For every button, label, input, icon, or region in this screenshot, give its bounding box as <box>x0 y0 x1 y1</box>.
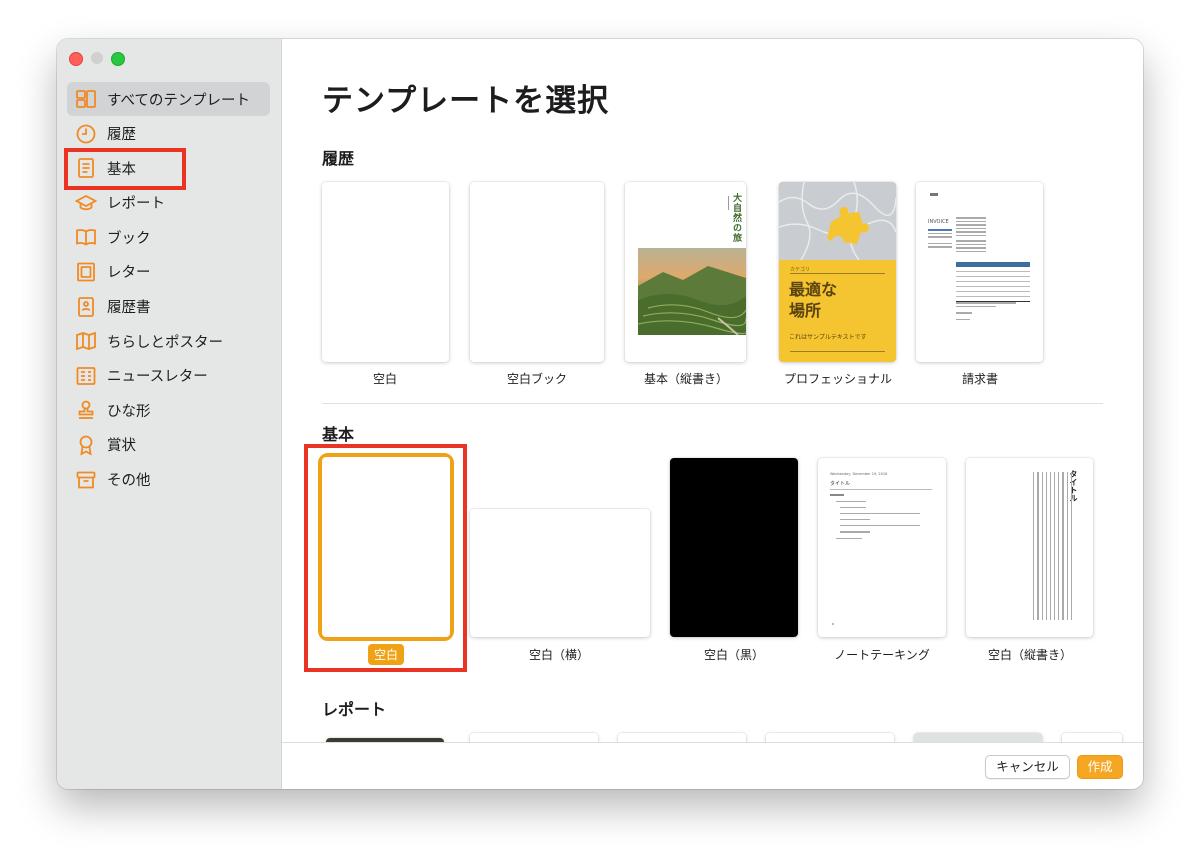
sidebar-item-label: その他 <box>107 473 151 490</box>
note-heading: タイトル <box>830 481 851 487</box>
window-controls <box>69 52 125 66</box>
annotation-highlight-selected-blank <box>304 444 467 672</box>
thumb-tag: カテゴリ <box>790 267 811 273</box>
template-chooser-window: すべてのテンプレート 履歴 基本 レポート ブック レター 履歴書 ちらしとポス… <box>57 39 1143 789</box>
footer-bar: キャンセル 作成 <box>282 742 1143 789</box>
page-title: テンプレートを選択 <box>322 83 610 119</box>
newsletter-icon <box>75 365 97 387</box>
sidebar-item-label: 履歴書 <box>107 300 151 317</box>
invoice-table <box>956 262 1030 302</box>
template-thumb-blank-book[interactable] <box>470 182 604 362</box>
sidebar-item-report[interactable]: レポート <box>67 186 270 220</box>
graduation-cap-icon <box>75 192 97 214</box>
sidebar-item-label: ブック <box>107 230 151 247</box>
puzzle-image <box>779 182 896 260</box>
template-label: 空白（縦書き） <box>987 648 1072 662</box>
template-label: 空白（黒） <box>703 648 764 662</box>
sidebar-item-stationery[interactable]: ひな形 <box>67 393 270 427</box>
logo-placeholder <box>930 193 938 196</box>
section-title-report: レポート <box>322 700 387 719</box>
thumb-heading: 最適な場所 <box>789 280 838 320</box>
sidebar-item-resume[interactable]: 履歴書 <box>67 290 270 324</box>
sidebar: すべてのテンプレート 履歴 基本 レポート ブック レター 履歴書 ちらしとポス… <box>57 39 282 789</box>
zoom-button[interactable] <box>111 52 125 66</box>
award-icon <box>75 434 97 456</box>
template-label: 請求書 <box>961 372 998 386</box>
main-content: テンプレートを選択 履歴 空白 空白ブック 大自然の旅 基本（縦書き） カテゴリ… <box>282 39 1143 789</box>
annotation-highlight-basic <box>64 148 186 190</box>
section-title-basic: 基本 <box>322 425 355 444</box>
clock-icon <box>75 123 97 145</box>
create-button[interactable]: 作成 <box>1077 755 1123 779</box>
template-label: プロフェッショナル <box>783 372 892 386</box>
vertical-text-columns <box>1028 472 1072 620</box>
all-templates-icon <box>75 88 97 110</box>
template-label: 空白（横） <box>528 648 589 662</box>
note-page-number <box>832 623 834 625</box>
template-thumb-note-taking[interactable]: Wednesday, December 19, 2018 タイトル <box>818 458 946 637</box>
template-label: 空白ブック <box>506 372 567 386</box>
category-list: すべてのテンプレート 履歴 基本 レポート ブック レター 履歴書 ちらしとポス… <box>67 82 270 497</box>
thumb-rule <box>790 273 885 274</box>
section-title-history: 履歴 <box>322 149 355 168</box>
vertical-title: 大自然の旅 <box>731 193 741 243</box>
note-date: Wednesday, December 19, 2018 <box>830 472 888 476</box>
template-thumb-blank-black[interactable] <box>670 458 798 637</box>
invoice-heading: INVOICE <box>928 219 949 225</box>
sidebar-item-newsletter[interactable]: ニュースレター <box>67 359 270 393</box>
thumb-rule-bottom <box>790 351 885 352</box>
close-button[interactable] <box>69 52 83 66</box>
sidebar-item-label: ひな形 <box>107 403 151 420</box>
invoice-recipient-lines <box>956 217 986 254</box>
template-thumb-blank-landscape[interactable] <box>470 509 650 637</box>
invoice-footer-lines <box>956 302 1016 320</box>
template-thumb-basic-vertical[interactable]: 大自然の旅 <box>625 182 746 362</box>
template-label: 基本（縦書き） <box>643 372 728 386</box>
template-thumb-professional[interactable]: カテゴリ 最適な場所 これはサンプルテキストです <box>779 182 896 362</box>
section-divider <box>322 403 1103 404</box>
invoice-sender-lines <box>928 229 952 250</box>
sidebar-item-label: 履歴 <box>107 127 136 144</box>
sidebar-item-history[interactable]: 履歴 <box>67 117 270 151</box>
minimize-button[interactable] <box>91 52 103 64</box>
map-icon <box>75 330 97 352</box>
template-label: ノートテーキング <box>834 648 930 662</box>
sidebar-item-label: すべてのテンプレート <box>107 92 250 109</box>
thumb-subtitle-line <box>728 196 729 210</box>
archive-icon <box>75 469 97 491</box>
sidebar-item-label: レター <box>107 265 151 282</box>
sidebar-item-label: ニュースレター <box>107 369 208 386</box>
sidebar-item-letter[interactable]: レター <box>67 255 270 289</box>
mountain-terraces-image <box>638 248 746 335</box>
stamp-icon <box>75 399 97 421</box>
sidebar-item-label: ちらしとポスター <box>107 334 223 351</box>
sidebar-item-label: 賞状 <box>107 438 136 455</box>
sidebar-item-other[interactable]: その他 <box>67 463 270 497</box>
sidebar-item-certificates[interactable]: 賞状 <box>67 428 270 462</box>
template-thumb-blank-vertical[interactable]: タイトル <box>966 458 1093 637</box>
template-thumb-invoice[interactable]: INVOICE <box>916 182 1043 362</box>
sidebar-item-book[interactable]: ブック <box>67 220 270 254</box>
sidebar-item-label: レポート <box>107 196 165 213</box>
resume-icon <box>75 296 97 318</box>
cancel-button[interactable]: キャンセル <box>985 755 1070 779</box>
sidebar-item-flyers-posters[interactable]: ちらしとポスター <box>67 324 270 358</box>
book-icon <box>75 226 97 248</box>
note-rule <box>830 489 932 490</box>
template-label: 空白 <box>372 372 397 386</box>
letter-icon <box>75 261 97 283</box>
note-bullet-lines <box>830 494 920 539</box>
sidebar-item-all-templates[interactable]: すべてのテンプレート <box>67 82 270 116</box>
thumb-subtitle: これはサンプルテキストです <box>789 334 867 341</box>
template-thumb-blank[interactable] <box>322 182 449 362</box>
